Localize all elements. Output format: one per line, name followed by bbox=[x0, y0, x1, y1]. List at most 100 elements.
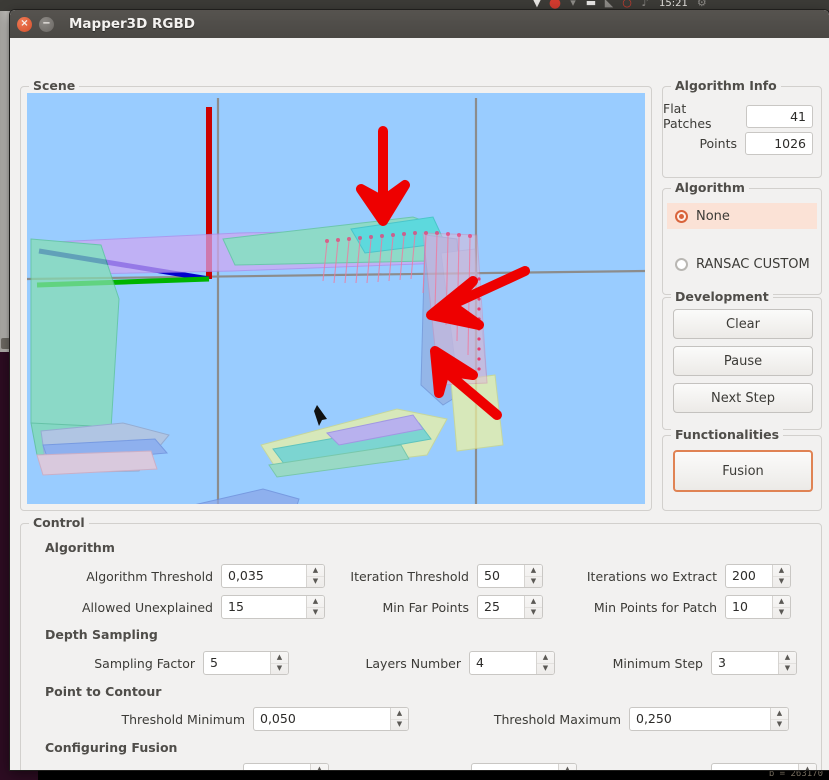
field-minimum-step: Minimum Step 3 ▲ ▼ bbox=[571, 651, 797, 675]
functionalities-title: Functionalities bbox=[671, 427, 784, 442]
algorithm-groupbox: Algorithm None RANSAC CUSTOM bbox=[662, 180, 822, 295]
flat-patches-value[interactable]: 41 bbox=[745, 104, 813, 128]
control-section-point-to-contour-heading: Point to Contour bbox=[45, 684, 162, 699]
spin-down-icon[interactable]: ▼ bbox=[773, 608, 790, 619]
spin-up-icon[interactable]: ▲ bbox=[773, 596, 790, 608]
spin-arrows[interactable]: ▲ ▼ bbox=[558, 764, 576, 770]
field-iteration-threshold: Iteration Threshold 50 ▲ ▼ bbox=[341, 564, 543, 588]
spin-up-icon[interactable]: ▲ bbox=[391, 708, 408, 720]
development-groupbox: Development Clear Pause Next Step bbox=[662, 289, 822, 430]
spin-arrows[interactable]: ▲ ▼ bbox=[270, 652, 288, 674]
spin-up-icon[interactable]: ▲ bbox=[307, 565, 324, 577]
points-value[interactable]: 1026 bbox=[745, 132, 813, 155]
field-layers-number-label: Layers Number bbox=[365, 655, 461, 671]
field-algorithm-threshold-spinbox[interactable]: 0,035 ▲ ▼ bbox=[221, 564, 325, 588]
spin-up-icon[interactable]: ▲ bbox=[771, 708, 788, 720]
field-threshold-minimum-value[interactable]: 0,050 bbox=[254, 708, 390, 730]
pause-button[interactable]: Pause bbox=[673, 346, 813, 376]
field-allowed-unexplained-value[interactable]: 15 bbox=[222, 596, 306, 618]
field-lateral-distance-value[interactable]: 0,150 bbox=[712, 764, 798, 770]
window-body: Scene Algorithm Info Flat Patches 41 Poi… bbox=[10, 38, 829, 770]
spin-arrows[interactable]: ▲ ▼ bbox=[390, 708, 408, 730]
spin-arrows[interactable]: ▲ ▼ bbox=[778, 652, 796, 674]
spin-down-icon[interactable]: ▼ bbox=[779, 664, 796, 675]
field-allowed-unexplained-spinbox[interactable]: 15 ▲ ▼ bbox=[221, 595, 325, 619]
spin-arrows[interactable]: ▲ ▼ bbox=[306, 565, 324, 587]
field-min-points-for-patch-spinbox[interactable]: 10 ▲ ▼ bbox=[725, 595, 791, 619]
spin-arrows[interactable]: ▲ ▼ bbox=[310, 764, 328, 770]
spin-up-icon[interactable]: ▲ bbox=[525, 565, 542, 577]
field-minimum-step-spinbox[interactable]: 3 ▲ ▼ bbox=[711, 651, 797, 675]
spin-down-icon[interactable]: ▼ bbox=[525, 577, 542, 588]
spin-up-icon[interactable]: ▲ bbox=[773, 565, 790, 577]
close-icon[interactable]: × bbox=[17, 16, 32, 32]
field-module-of-cross-product-spinbox[interactable]: 0,090 ▲ ▼ bbox=[243, 763, 329, 770]
field-threshold-minimum-spinbox[interactable]: 0,050 ▲ ▼ bbox=[253, 707, 409, 731]
spin-arrows[interactable]: ▲ ▼ bbox=[772, 565, 790, 587]
field-normal-distance-value[interactable]: 0,075 bbox=[472, 764, 558, 770]
spin-up-icon[interactable]: ▲ bbox=[525, 596, 542, 608]
radio-selected-icon[interactable] bbox=[675, 209, 688, 223]
fusion-button[interactable]: Fusion bbox=[673, 450, 813, 492]
next-step-button[interactable]: Next Step bbox=[673, 383, 813, 413]
flat-patches-label: Flat Patches bbox=[663, 101, 712, 131]
window-titlebar[interactable]: × − Mapper3D RGBD bbox=[10, 10, 829, 38]
spin-arrows[interactable]: ▲ ▼ bbox=[524, 565, 542, 587]
scene-3d-viewport[interactable] bbox=[27, 93, 645, 504]
spin-up-icon[interactable]: ▲ bbox=[559, 764, 576, 770]
field-threshold-maximum-value[interactable]: 0,250 bbox=[630, 708, 770, 730]
spin-down-icon[interactable]: ▼ bbox=[525, 608, 542, 619]
spin-arrows[interactable]: ▲ ▼ bbox=[306, 596, 324, 618]
field-iteration-threshold-value[interactable]: 50 bbox=[478, 565, 524, 587]
field-layers-number-spinbox[interactable]: 4 ▲ ▼ bbox=[469, 651, 555, 675]
radio-unselected-icon[interactable] bbox=[675, 257, 688, 271]
field-min-points-for-patch-value[interactable]: 10 bbox=[726, 596, 772, 618]
field-layers-number-value[interactable]: 4 bbox=[470, 652, 536, 674]
field-normal-distance-spinbox[interactable]: 0,075 ▲ ▼ bbox=[471, 763, 577, 770]
spin-down-icon[interactable]: ▼ bbox=[271, 664, 288, 675]
field-module-of-cross-product-value[interactable]: 0,090 bbox=[244, 764, 310, 770]
field-sampling-factor-value[interactable]: 5 bbox=[204, 652, 270, 674]
spin-down-icon[interactable]: ▼ bbox=[537, 664, 554, 675]
field-iterations-wo-extract-label: Iterations wo Extract bbox=[586, 568, 717, 584]
field-threshold-maximum-spinbox[interactable]: 0,250 ▲ ▼ bbox=[629, 707, 789, 731]
spin-up-icon[interactable]: ▲ bbox=[307, 596, 324, 608]
spin-arrows[interactable]: ▲ ▼ bbox=[772, 596, 790, 618]
spin-up-icon[interactable]: ▲ bbox=[537, 652, 554, 664]
spin-arrows[interactable]: ▲ ▼ bbox=[524, 596, 542, 618]
field-iterations-wo-extract-spinbox[interactable]: 200 ▲ ▼ bbox=[725, 564, 791, 588]
clear-button[interactable]: Clear bbox=[673, 309, 813, 339]
spin-up-icon[interactable]: ▲ bbox=[779, 652, 796, 664]
spin-down-icon[interactable]: ▼ bbox=[771, 720, 788, 731]
spin-arrows[interactable]: ▲ ▼ bbox=[536, 652, 554, 674]
field-iteration-threshold-spinbox[interactable]: 50 ▲ ▼ bbox=[477, 564, 543, 588]
radio-option-ransac-custom[interactable]: RANSAC CUSTOM bbox=[667, 251, 817, 277]
radio-option-none[interactable]: None bbox=[667, 203, 817, 229]
field-min-far-points-spinbox[interactable]: 25 ▲ ▼ bbox=[477, 595, 543, 619]
spin-arrows[interactable]: ▲ ▼ bbox=[770, 708, 788, 730]
field-module-of-cross-product-label: Module of Cross Product bbox=[45, 768, 235, 771]
field-layers-number: Layers Number 4 ▲ ▼ bbox=[331, 651, 555, 675]
spin-down-icon[interactable]: ▼ bbox=[307, 608, 324, 619]
spin-down-icon[interactable]: ▼ bbox=[307, 577, 324, 588]
field-lateral-distance-spinbox[interactable]: 0,150 ▲ ▼ bbox=[711, 763, 817, 770]
field-allowed-unexplained-label: Allowed Unexplained bbox=[82, 599, 213, 615]
field-sampling-factor-spinbox[interactable]: 5 ▲ ▼ bbox=[203, 651, 289, 675]
spin-down-icon[interactable]: ▼ bbox=[773, 577, 790, 588]
spin-down-icon[interactable]: ▼ bbox=[391, 720, 408, 731]
spin-up-icon[interactable]: ▲ bbox=[799, 764, 816, 770]
field-normal-distance: Normal Distance 0,075 ▲ ▼ bbox=[333, 763, 577, 770]
field-threshold-minimum: Threshold Minimum 0,050 ▲ ▼ bbox=[45, 707, 409, 731]
points-label: Points bbox=[699, 136, 737, 151]
field-minimum-step-value[interactable]: 3 bbox=[712, 652, 778, 674]
minimize-icon[interactable]: − bbox=[39, 16, 54, 32]
clock-label[interactable]: 15:21 bbox=[654, 0, 693, 9]
field-iterations-wo-extract-value[interactable]: 200 bbox=[726, 565, 772, 587]
spin-up-icon[interactable]: ▲ bbox=[271, 652, 288, 664]
field-algorithm-threshold-value[interactable]: 0,035 bbox=[222, 565, 306, 587]
field-min-far-points-value[interactable]: 25 bbox=[478, 596, 524, 618]
spin-arrows[interactable]: ▲ ▼ bbox=[798, 764, 816, 770]
application-window: × − Mapper3D RGBD Scene Algorithm Info F… bbox=[10, 10, 829, 770]
field-normal-distance-label: Normal Distance bbox=[333, 768, 463, 771]
spin-up-icon[interactable]: ▲ bbox=[311, 764, 328, 770]
